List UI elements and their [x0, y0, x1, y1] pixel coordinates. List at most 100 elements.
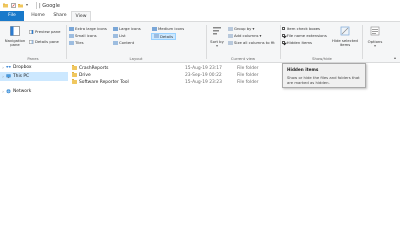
size-columns-label: Size all columns to fit: [234, 40, 275, 45]
layout-medium-icons[interactable]: Medium icons: [152, 26, 184, 31]
options-icon: [370, 26, 380, 36]
large-icons-icon: [113, 26, 118, 31]
add-columns-button[interactable]: Add columns ▾: [228, 33, 261, 38]
file-type: File folder: [237, 72, 259, 78]
hidden-items-label: Hidden items: [286, 40, 313, 45]
group-by-button[interactable]: Group by ▾: [228, 26, 254, 31]
checkbox[interactable]: [282, 26, 286, 31]
hidden-items-toggle[interactable]: Hidden items: [282, 40, 312, 45]
sort-by-button[interactable]: Sort by ▾: [208, 26, 226, 48]
current-view-group-label: Current view: [230, 55, 256, 61]
computer-icon: [6, 74, 11, 79]
layout-extra-large-icons[interactable]: Extra large icons: [69, 26, 107, 31]
tab-file[interactable]: File: [0, 11, 24, 21]
layout-tiles[interactable]: Tiles: [69, 40, 84, 45]
chevron-down-icon: ▾: [374, 43, 376, 48]
file-date: 15-Aug-19 23:23: [185, 79, 222, 85]
add-columns-label: Add columns: [234, 33, 259, 38]
file-type: File folder: [237, 79, 259, 85]
chevron-down-icon: ▾: [259, 33, 262, 38]
group-by-label: Group by: [234, 26, 252, 31]
dropbox-icon: [6, 66, 11, 68]
list-icon: [113, 33, 118, 38]
show-hide-group-label: Show/hide: [312, 55, 332, 61]
nav-item-label: This PC: [13, 74, 30, 79]
group-divider: [362, 25, 363, 59]
options-button[interactable]: Options ▾: [364, 26, 386, 48]
collapse-ribbon-icon[interactable]: ▴: [394, 55, 396, 60]
preview-pane-label: Preview pane: [35, 29, 61, 34]
layout-item-label: Details: [160, 33, 174, 39]
nav-item-dropbox[interactable]: › Dropbox: [0, 63, 68, 72]
hide-selected-label: Hide selected items: [332, 37, 358, 47]
tooltip-body: Show or hide the files and folders that …: [287, 74, 360, 85]
panes-group-label: Panes: [27, 55, 39, 61]
content-icon: [113, 40, 118, 45]
details-icon: [154, 34, 159, 38]
tab-view[interactable]: View: [71, 11, 91, 21]
details-pane-button[interactable]: Details pane: [29, 39, 59, 44]
title-bar: ▾ | Google: [0, 0, 400, 11]
chevron-down-icon: ▾: [216, 43, 218, 48]
checkbox[interactable]: [282, 33, 286, 38]
layout-list[interactable]: List: [113, 33, 126, 38]
nav-item-label: Network: [13, 89, 32, 94]
hide-selected-icon: [340, 26, 350, 36]
layout-content[interactable]: Content: [113, 40, 134, 45]
layout-item-label: Small icons: [75, 33, 97, 38]
item-check-boxes-toggle[interactable]: Item check boxes: [282, 26, 320, 31]
nav-item-network[interactable]: › Network: [0, 87, 68, 96]
layout-item-label: List: [119, 33, 126, 38]
layout-group-label: Layout: [129, 55, 143, 61]
file-name-extensions-label: File name extensions: [286, 33, 327, 38]
file-date: 23-Sep-19 00:22: [185, 72, 222, 78]
size-columns-button[interactable]: Size all columns to fit: [228, 40, 275, 45]
folder-icon: [72, 65, 77, 70]
nav-item-this-pc[interactable]: › This PC: [0, 72, 68, 81]
hide-selected-items-button[interactable]: Hide selected items: [330, 26, 360, 47]
sort-by-label: Sort by: [210, 38, 224, 44]
file-name: Drive: [79, 72, 91, 78]
tooltip-title: Hidden items: [287, 66, 319, 72]
properties-icon[interactable]: [11, 3, 16, 8]
size-columns-icon: [228, 40, 233, 45]
hidden-items-tooltip: Hidden items Show or hide the files and …: [282, 63, 366, 88]
layout-details[interactable]: Details: [151, 32, 177, 40]
navigation-pane: › Dropbox › This PC › Network: [0, 63, 68, 240]
folder-icon: [3, 3, 8, 8]
navigation-pane-label: Navigation pane: [4, 37, 26, 47]
layout-item-label: Large icons: [119, 26, 141, 31]
checkbox[interactable]: [282, 40, 286, 45]
file-name: Software Reporter Tool: [79, 79, 129, 85]
medium-icons-icon: [152, 26, 157, 31]
network-icon: [6, 89, 11, 94]
layout-item-label: Medium icons: [158, 26, 185, 31]
tab-share[interactable]: Share: [50, 11, 70, 21]
small-icons-icon: [69, 33, 74, 38]
group-divider: [280, 25, 281, 59]
item-check-boxes-label: Item check boxes: [286, 26, 321, 31]
preview-pane-icon: [29, 29, 34, 34]
navigation-pane-button[interactable]: Navigation pane: [2, 26, 28, 47]
layout-small-icons[interactable]: Small icons: [69, 33, 97, 38]
chevron-down-icon[interactable]: ▾: [26, 2, 31, 7]
divider: [36, 2, 37, 9]
group-divider: [206, 25, 207, 59]
folder-icon: [72, 72, 77, 77]
tab-home[interactable]: Home: [28, 11, 48, 21]
file-name: CrashReports: [79, 65, 109, 71]
file-name-extensions-toggle[interactable]: File name extensions: [282, 33, 327, 38]
layout-item-label: Tiles: [75, 40, 84, 45]
file-type: File folder: [237, 65, 259, 71]
preview-pane-button[interactable]: Preview pane: [29, 29, 60, 34]
window-title: | Google: [39, 2, 60, 9]
sort-icon: [213, 27, 221, 35]
navigation-pane-icon: [10, 26, 20, 36]
details-pane-label: Details pane: [35, 39, 59, 44]
group-divider: [66, 25, 67, 59]
file-date: 15-Aug-19 23:17: [185, 65, 222, 71]
new-folder-icon[interactable]: [18, 3, 23, 8]
group-by-icon: [228, 26, 233, 31]
layout-large-icons[interactable]: Large icons: [113, 26, 141, 31]
layout-item-label: Extra large icons: [75, 26, 107, 31]
